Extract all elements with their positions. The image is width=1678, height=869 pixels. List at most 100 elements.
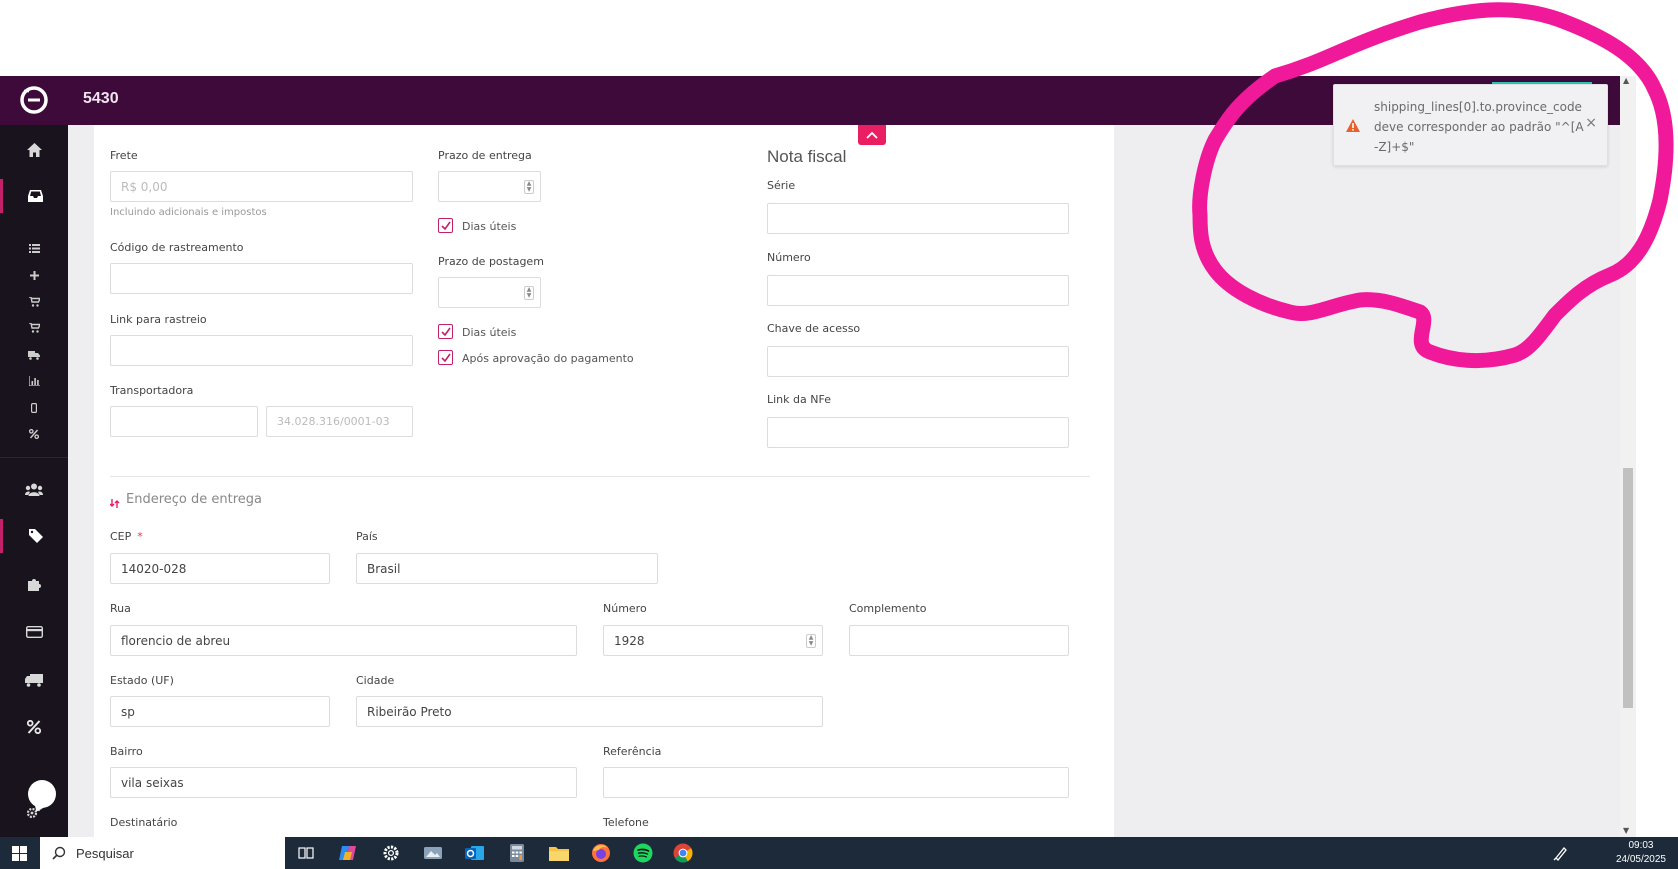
chevron-up-icon — [866, 131, 878, 139]
main-content: Frete R$ 0,00 Incluindo adicionais e imp… — [68, 125, 1620, 837]
check-icon — [440, 353, 451, 362]
order-number: 5430 — [83, 90, 119, 107]
copilot-icon[interactable] — [338, 842, 360, 864]
pais-input[interactable]: Brasil — [356, 553, 658, 584]
close-icon[interactable]: × — [1585, 115, 1597, 131]
clock-date: 24/05/2025 — [1615, 854, 1666, 865]
rua-label: Rua — [110, 602, 131, 615]
chave-acesso-label: Chave de acesso — [767, 322, 861, 335]
prazo-entrega-input[interactable]: ▲ ▼ — [438, 171, 541, 202]
nota-fiscal-heading: Nota fiscal — [767, 147, 847, 166]
scroll-thumb[interactable] — [1623, 468, 1633, 708]
frete-label: Frete — [110, 149, 138, 162]
complemento-input[interactable] — [849, 625, 1069, 656]
percent-small-icon[interactable] — [0, 423, 68, 445]
bairro-input[interactable]: vila seixas — [110, 767, 577, 798]
credit-card-icon[interactable] — [0, 615, 68, 649]
referencia-input[interactable] — [603, 767, 1069, 798]
link-rastreio-input[interactable] — [110, 335, 413, 366]
prazo-postagem-label: Prazo de postagem — [438, 255, 544, 268]
sidebar — [0, 125, 68, 837]
scroll-up-icon[interactable]: ▲ — [1623, 76, 1629, 85]
referencia-label: Referência — [603, 745, 662, 758]
cep-label: CEP * — [110, 530, 143, 543]
dias-uteis-postagem-checkbox[interactable] — [438, 324, 453, 339]
windows-start-icon[interactable] — [0, 837, 38, 869]
app-logo-icon[interactable] — [16, 82, 52, 118]
address-section-icon — [109, 494, 120, 513]
truck-icon[interactable] — [0, 344, 68, 366]
number-spinner[interactable]: ▲ ▼ — [524, 286, 534, 300]
estado-input[interactable]: sp — [110, 696, 330, 727]
chave-acesso-input[interactable] — [767, 346, 1069, 377]
frete-input[interactable]: R$ 0,00 — [110, 171, 413, 202]
transportadora-cnpj-input[interactable]: 34.028.316/0001-03 — [266, 406, 413, 437]
check-icon — [440, 327, 451, 336]
scroll-down-icon[interactable]: ▼ — [1623, 826, 1629, 835]
section-divider — [110, 476, 1090, 477]
outlook-icon[interactable] — [464, 842, 486, 864]
apos-aprovacao-checkbox[interactable] — [438, 350, 453, 365]
chat-widget-icon[interactable] — [28, 780, 56, 808]
numero-nf-input[interactable] — [767, 275, 1069, 306]
system-clock[interactable]: 09:03 24/05/2025 — [1616, 839, 1666, 867]
toast-message: shipping_lines[0].to.province_code deve … — [1374, 100, 1584, 154]
bairro-label: Bairro — [110, 745, 143, 758]
number-spinner[interactable]: ▲ ▼ — [806, 634, 816, 648]
cart-alt-icon[interactable] — [0, 317, 68, 339]
clock-time: 09:03 — [1628, 840, 1654, 851]
file-explorer-icon[interactable] — [548, 842, 570, 864]
taskbar-search-label: Pesquisar — [76, 845, 134, 861]
collapse-button[interactable] — [858, 125, 886, 145]
frete-help: Incluindo adicionais e impostos — [110, 207, 267, 218]
transportadora-name-input[interactable] — [110, 406, 258, 437]
numero-value: 1928 — [614, 633, 645, 648]
number-spinner[interactable]: ▲ ▼ — [524, 180, 534, 194]
mobile-icon[interactable] — [0, 397, 68, 419]
warning-icon — [1346, 117, 1360, 136]
taskbar-search[interactable]: Pesquisar — [40, 837, 285, 869]
photo-viewer-icon[interactable] — [422, 842, 444, 864]
pen-tray-icon[interactable] — [1550, 842, 1572, 864]
puzzle-icon[interactable] — [0, 567, 68, 601]
task-view-icon[interactable] — [295, 842, 317, 864]
spotify-icon[interactable] — [632, 842, 654, 864]
dias-uteis-entrega-checkbox[interactable] — [438, 218, 453, 233]
required-mark: * — [137, 530, 143, 543]
dias-uteis-entrega-label: Dias úteis — [462, 220, 517, 233]
delivery-truck-icon[interactable] — [0, 663, 68, 697]
taskbar: Pesquisar 09:03 24/05/2025 — [0, 837, 1678, 869]
bar-chart-icon[interactable] — [0, 370, 68, 392]
list-icon[interactable] — [0, 237, 68, 259]
dias-uteis-postagem-label: Dias úteis — [462, 326, 517, 339]
prazo-postagem-input[interactable]: ▲ ▼ — [438, 277, 541, 308]
rua-input[interactable]: florencio de abreu — [110, 625, 577, 656]
numero-input[interactable]: 1928 ▲ ▼ — [603, 625, 823, 656]
search-icon — [52, 846, 66, 860]
inbox-icon[interactable] — [0, 179, 68, 213]
cidade-input[interactable]: Ribeirão Preto — [356, 696, 823, 727]
settings-gear-icon[interactable] — [380, 842, 402, 864]
prazo-entrega-label: Prazo de entrega — [438, 149, 532, 162]
chrome-icon[interactable] — [672, 842, 694, 864]
users-icon[interactable] — [0, 472, 68, 506]
address-section-title: Endereço de entrega — [126, 492, 262, 507]
cep-label-text: CEP — [110, 530, 132, 543]
apos-aprovacao-label: Após aprovação do pagamento — [462, 352, 634, 365]
firefox-icon[interactable] — [590, 842, 612, 864]
calculator-icon[interactable] — [506, 842, 528, 864]
transportadora-label: Transportadora — [110, 384, 194, 397]
tag-icon[interactable] — [0, 519, 68, 553]
codigo-rastreamento-input[interactable] — [110, 263, 413, 294]
page-scrollbar[interactable]: ▲ ▼ — [1620, 76, 1636, 837]
cep-input[interactable]: 14020-028 — [110, 553, 330, 584]
link-nfe-input[interactable] — [767, 417, 1069, 448]
cart-icon[interactable] — [0, 291, 68, 313]
cidade-label: Cidade — [356, 674, 395, 687]
home-icon[interactable] — [0, 133, 68, 167]
plus-icon[interactable] — [0, 264, 68, 286]
numero-label: Número — [603, 602, 647, 615]
order-shipping-card: Frete R$ 0,00 Incluindo adicionais e imp… — [94, 125, 1114, 837]
serie-input[interactable] — [767, 203, 1069, 234]
percent-icon[interactable] — [0, 710, 68, 744]
